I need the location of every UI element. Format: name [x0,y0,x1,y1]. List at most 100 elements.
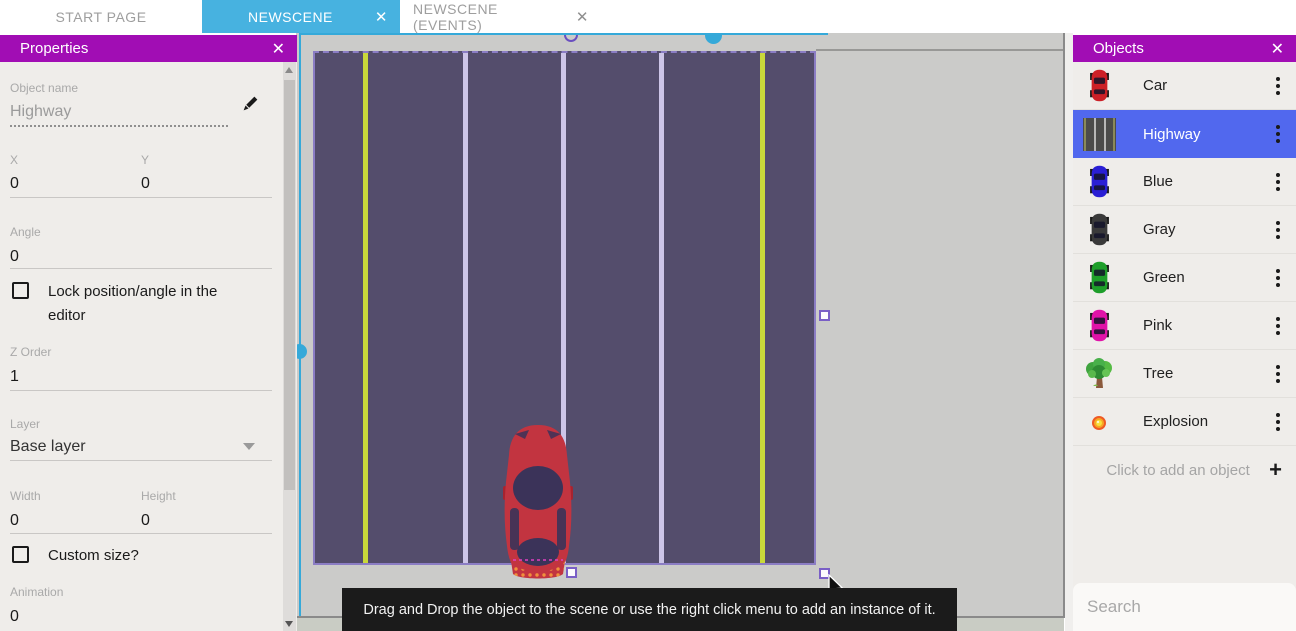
animation-label: Animation [10,585,63,599]
object-label: Highway [1143,126,1270,143]
lane-line-yellow [363,53,368,563]
object-name-label: Object name [10,81,78,95]
kebab-menu-icon[interactable] [1270,313,1286,339]
tab-label: START PAGE [55,9,146,25]
object-row-gray[interactable]: Gray [1073,206,1296,254]
tab-newscene[interactable]: NEWSCENE ✕ [202,0,400,33]
object-row-tree[interactable]: Tree [1073,350,1296,398]
object-label: Blue [1143,173,1270,190]
add-object-row[interactable]: Click to add an object + [1073,446,1296,494]
field-underline [10,197,272,198]
tab-label: NEWSCENE (EVENTS) [413,1,568,33]
custom-size-checkbox[interactable] [12,546,29,563]
selection-handle-right[interactable] [819,310,830,321]
lock-position-label: Lock position/angle in the editor [48,280,243,328]
close-icon[interactable]: ✕ [375,8,388,26]
tab-label: NEWSCENE [214,9,367,25]
kebab-menu-icon[interactable] [1270,73,1286,99]
drag-drop-tooltip: Drag and Drop the object to the scene or… [342,588,957,631]
z-order-label: Z Order [10,345,51,359]
object-row-car[interactable]: Car [1073,62,1296,110]
x-field[interactable]: 0 [10,175,19,193]
tab-bar: START PAGE NEWSCENE ✕ NEWSCENE (EVENTS) … [0,0,1296,33]
field-underline [10,533,272,534]
y-label: Y [141,153,149,167]
add-object-label: Click to add an object [1087,462,1269,479]
y-field[interactable]: 0 [141,175,150,193]
object-name-field[interactable]: Highway [10,103,71,121]
width-field[interactable]: 0 [10,512,19,530]
close-icon[interactable]: ✕ [1271,39,1284,59]
car-icon [1083,261,1116,294]
car-sprite[interactable] [499,422,577,582]
kebab-menu-icon[interactable] [1270,409,1286,435]
height-field[interactable]: 0 [141,512,150,530]
lane-line-white [463,53,468,563]
angle-label: Angle [10,225,41,239]
angle-field[interactable]: 0 [10,248,19,266]
object-row-pink[interactable]: Pink [1073,302,1296,350]
explosion-icon [1083,405,1116,438]
scene-editor-app: START PAGE NEWSCENE ✕ NEWSCENE (EVENTS) … [0,0,1296,631]
canvas-right-border [1063,33,1065,618]
kebab-menu-icon[interactable] [1270,265,1286,291]
height-label: Height [141,489,176,503]
properties-panel-header: Properties ✕ [0,35,297,62]
object-label: Pink [1143,317,1270,334]
kebab-menu-icon[interactable] [1270,169,1286,195]
object-row-highway[interactable]: Highway [1073,110,1296,158]
kebab-menu-icon[interactable] [1270,217,1286,243]
layer-label: Layer [10,417,40,431]
search-input[interactable] [1087,597,1296,617]
custom-size-label: Custom size? [48,544,139,568]
objects-panel: Objects ✕ Car [1073,35,1296,631]
selection-handle-bottom-center[interactable] [566,567,577,578]
scroll-down-icon[interactable] [285,621,293,627]
properties-scrollbar[interactable] [283,62,296,631]
selection-handle-bottom-right[interactable] [819,568,830,579]
properties-panel: Properties ✕ Object name Highway X Y 0 0… [0,35,297,631]
field-underline [10,390,272,391]
object-label: Explosion [1143,413,1270,430]
tab-start-page[interactable]: START PAGE [0,0,202,33]
layer-select[interactable]: Base layer [10,438,86,456]
field-underline [10,268,272,269]
z-order-field[interactable]: 1 [10,368,19,386]
close-icon[interactable]: ✕ [576,8,589,26]
kebab-menu-icon[interactable] [1270,361,1286,387]
scroll-up-icon[interactable] [285,67,293,73]
object-row-blue[interactable]: Blue [1073,158,1296,206]
object-row-explosion[interactable]: Explosion [1073,398,1296,446]
scene-left-guide-line [299,33,301,616]
tab-newscene-events[interactable]: NEWSCENE (EVENTS) ✕ [400,0,602,33]
lock-position-checkbox[interactable] [12,282,29,299]
object-label: Tree [1143,365,1270,382]
object-name-underline [10,125,228,127]
x-label: X [10,153,18,167]
animation-field[interactable]: 0 [10,608,19,626]
chevron-down-icon[interactable] [243,443,255,450]
canvas-gutter [1065,33,1073,631]
close-icon[interactable]: ✕ [272,39,285,59]
scrollbar-thumb[interactable] [284,80,295,490]
width-label: Width [10,489,41,503]
object-label: Gray [1143,221,1270,238]
objects-list: Car Highway [1073,62,1296,494]
highway-icon [1083,118,1116,151]
lane-line-yellow [760,53,765,563]
objects-panel-header: Objects ✕ [1073,35,1296,62]
edit-pencil-icon[interactable] [240,95,259,114]
kebab-menu-icon[interactable] [1270,121,1286,147]
object-label: Green [1143,269,1270,286]
object-label: Car [1143,77,1270,94]
panel-title: Properties [20,40,272,57]
car-icon [1083,213,1116,246]
car-icon [1083,165,1116,198]
object-row-green[interactable]: Green [1073,254,1296,302]
panel-title: Objects [1093,40,1271,57]
car-icon [1083,69,1116,102]
object-search-box[interactable] [1073,583,1296,631]
scene-bounds-top-line [816,49,1064,51]
plus-icon[interactable]: + [1269,460,1282,480]
tree-icon [1083,357,1116,390]
